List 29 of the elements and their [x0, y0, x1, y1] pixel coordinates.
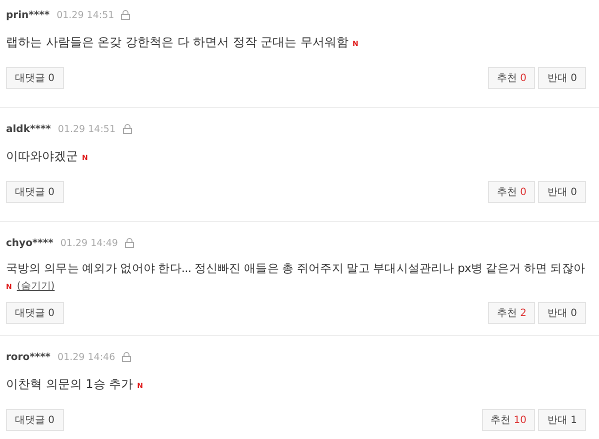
upvote-button[interactable]: 추천 0	[488, 181, 536, 203]
comment-text: 이따와야겠군	[6, 149, 78, 163]
author-name: roro****	[6, 352, 51, 362]
reply-button[interactable]: 대댓글 0	[6, 409, 64, 431]
comment-text: 국방의 의무는 예외가 없어야 한다... 정신빠진 애들은 총 쥐어주지 말고 부대시설관리나 px병 같은거 하면 되잖아	[6, 260, 586, 277]
lock-icon	[122, 124, 132, 134]
lock-icon	[124, 238, 134, 248]
comment-text: 이찬혁 의문의 1승 추가	[6, 377, 134, 391]
reply-button[interactable]: 대댓글 0	[6, 67, 64, 89]
comment-time: 01.29 14:51	[56, 10, 114, 20]
upvote-button[interactable]: 추천 2	[488, 302, 536, 324]
comment-time: 01.29 14:51	[58, 124, 116, 134]
comment-text: 랩하는 사람들은 온갖 강한척은 다 하면서 정작 군대는 무서워함	[6, 35, 349, 49]
reply-button[interactable]: 대댓글 0	[6, 302, 64, 324]
upvote-button[interactable]: 추천 0	[488, 67, 536, 89]
reply-button[interactable]: 대댓글 0	[6, 181, 64, 203]
downvote-button[interactable]: 반대 0	[538, 67, 586, 89]
author-name: prin****	[6, 10, 50, 20]
upvote-button[interactable]: 추천 10	[482, 409, 536, 431]
author-name: chyo****	[6, 238, 54, 248]
downvote-button[interactable]: 반대 0	[538, 302, 586, 324]
downvote-button[interactable]: 반대 1	[538, 409, 586, 431]
hide-link[interactable]: (숨기기)	[16, 281, 55, 292]
author-name: aldk****	[6, 124, 51, 134]
lock-icon	[122, 352, 132, 362]
comment-time: 01.29 14:49	[60, 238, 118, 248]
lock-icon	[121, 10, 130, 20]
downvote-button[interactable]: 반대 0	[538, 181, 586, 203]
comment-time: 01.29 14:46	[58, 352, 116, 362]
